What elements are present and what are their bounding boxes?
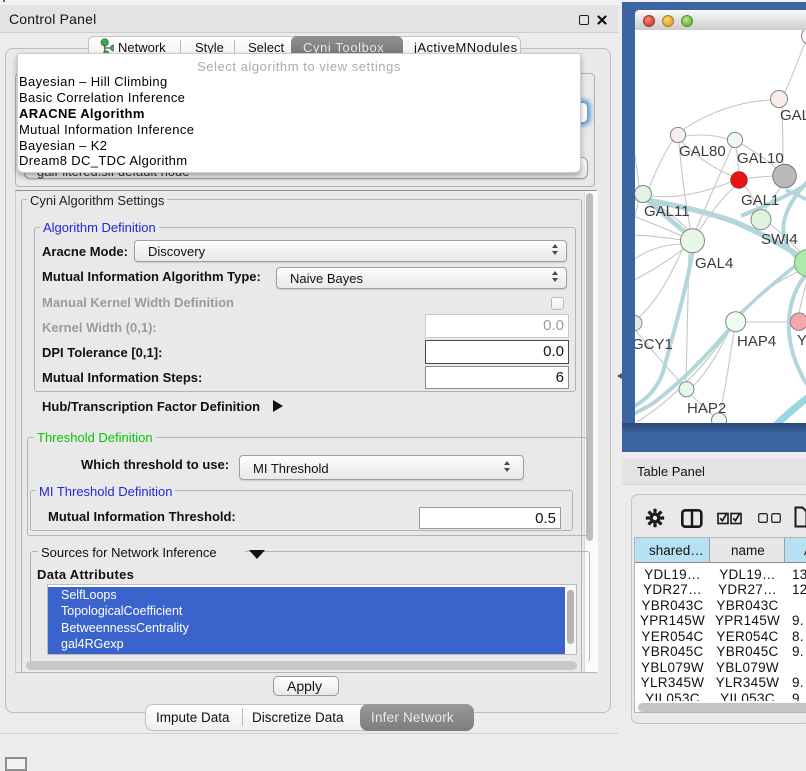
- svg-text:GAL4: GAL4: [695, 255, 733, 272]
- svg-text:GCY1: GCY1: [635, 336, 673, 353]
- svg-text:GAL11: GAL11: [644, 203, 690, 220]
- svg-text:GAL10: GAL10: [737, 150, 784, 167]
- svg-text:SWI4: SWI4: [761, 231, 798, 248]
- svg-text:GAL80: GAL80: [679, 143, 726, 160]
- svg-text:Y: Y: [797, 332, 806, 349]
- svg-text:GAL2: GAL2: [780, 107, 806, 124]
- svg-text:HAP4: HAP4: [737, 333, 776, 350]
- svg-text:GAL1: GAL1: [741, 192, 779, 209]
- svg-text:HAP2: HAP2: [687, 400, 726, 417]
